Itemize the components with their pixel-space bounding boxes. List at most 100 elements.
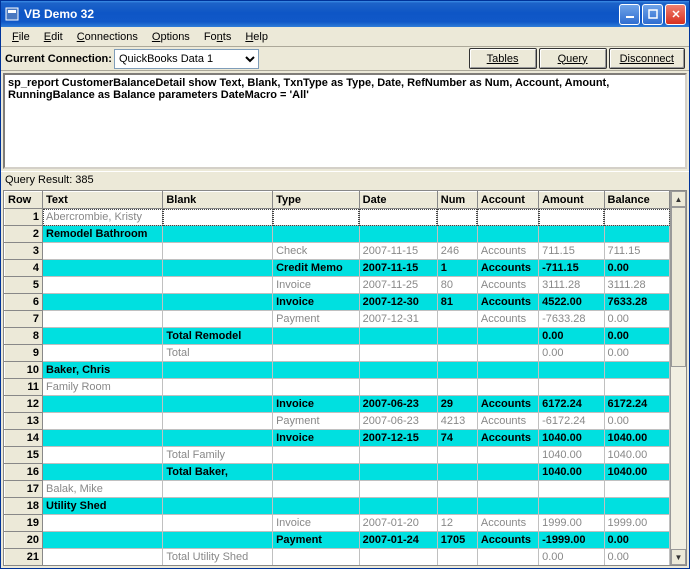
row-number[interactable]: 12	[5, 396, 43, 413]
row-number[interactable]: 20	[5, 532, 43, 549]
minimize-button[interactable]	[619, 4, 640, 25]
row-number[interactable]: 7	[5, 311, 43, 328]
cell-balance[interactable]: 711.15	[604, 243, 669, 260]
cell-balance[interactable]: 0.00	[604, 413, 669, 430]
col-text[interactable]: Text	[43, 192, 163, 209]
cell-type[interactable]	[273, 464, 360, 481]
table-row[interactable]: 8Total Remodel0.000.00	[5, 328, 670, 345]
cell-type[interactable]: Invoice	[273, 430, 360, 447]
cell-balance[interactable]	[604, 209, 669, 226]
table-row[interactable]: 12Invoice2007-06-2329Accounts6172.246172…	[5, 396, 670, 413]
cell-account[interactable]: Accounts	[477, 260, 538, 277]
cell-blank[interactable]	[163, 430, 273, 447]
cell-num[interactable]: 80	[437, 277, 477, 294]
row-number[interactable]: 6	[5, 294, 43, 311]
query-textarea[interactable]: sp_report CustomerBalanceDetail show Tex…	[3, 73, 687, 169]
cell-num[interactable]: 12	[437, 515, 477, 532]
col-row[interactable]: Row	[5, 192, 43, 209]
cell-text[interactable]	[43, 396, 163, 413]
cell-amount[interactable]: -6172.24	[539, 413, 604, 430]
cell-type[interactable]	[273, 379, 360, 396]
cell-type[interactable]	[273, 481, 360, 498]
cell-date[interactable]	[359, 481, 437, 498]
cell-text[interactable]: Abercrombie, Kristy	[43, 209, 163, 226]
cell-amount[interactable]: 0.00	[539, 328, 604, 345]
cell-date[interactable]: 2007-11-15	[359, 260, 437, 277]
cell-num[interactable]	[437, 498, 477, 515]
cell-balance[interactable]: 1040.00	[604, 447, 669, 464]
cell-blank[interactable]	[163, 260, 273, 277]
cell-type[interactable]	[273, 362, 360, 379]
table-row[interactable]: 17Balak, Mike	[5, 481, 670, 498]
cell-amount[interactable]: -711.15	[539, 260, 604, 277]
cell-type[interactable]: Payment	[273, 413, 360, 430]
cell-num[interactable]	[437, 464, 477, 481]
cell-date[interactable]	[359, 447, 437, 464]
row-number[interactable]: 4	[5, 260, 43, 277]
cell-blank[interactable]	[163, 532, 273, 549]
cell-blank[interactable]	[163, 379, 273, 396]
cell-amount[interactable]	[539, 481, 604, 498]
cell-amount[interactable]: 0.00	[539, 549, 604, 566]
table-row[interactable]: 21Total Utility Shed0.000.00	[5, 549, 670, 566]
connection-select[interactable]: QuickBooks Data 1	[114, 49, 259, 69]
cell-balance[interactable]: 0.00	[604, 311, 669, 328]
cell-account[interactable]: Accounts	[477, 243, 538, 260]
cell-amount[interactable]: 4522.00	[539, 294, 604, 311]
cell-blank[interactable]: Total Remodel	[163, 328, 273, 345]
cell-balance[interactable]	[604, 498, 669, 515]
cell-text[interactable]	[43, 447, 163, 464]
cell-blank[interactable]: Total Utility Shed	[163, 549, 273, 566]
cell-amount[interactable]	[539, 379, 604, 396]
cell-num[interactable]: 81	[437, 294, 477, 311]
cell-num[interactable]	[437, 209, 477, 226]
vertical-scrollbar[interactable]: ▲ ▼	[670, 191, 686, 565]
table-row[interactable]: 9Total0.000.00	[5, 345, 670, 362]
menu-edit[interactable]: Edit	[37, 29, 70, 45]
cell-date[interactable]	[359, 362, 437, 379]
titlebar[interactable]: VB Demo 32	[1, 1, 689, 27]
close-button[interactable]	[665, 4, 686, 25]
cell-blank[interactable]	[163, 243, 273, 260]
row-number[interactable]: 9	[5, 345, 43, 362]
cell-balance[interactable]: 0.00	[604, 549, 669, 566]
cell-type[interactable]	[273, 328, 360, 345]
cell-blank[interactable]	[163, 311, 273, 328]
cell-blank[interactable]: Total	[163, 345, 273, 362]
row-number[interactable]: 18	[5, 498, 43, 515]
table-row[interactable]: 20Payment2007-01-241705Accounts-1999.000…	[5, 532, 670, 549]
menu-help[interactable]: Help	[238, 29, 275, 45]
cell-date[interactable]: 2007-06-23	[359, 396, 437, 413]
cell-text[interactable]: Family Room	[43, 379, 163, 396]
cell-blank[interactable]	[163, 396, 273, 413]
table-row[interactable]: 6Invoice2007-12-3081Accounts4522.007633.…	[5, 294, 670, 311]
scroll-up-button[interactable]: ▲	[671, 191, 686, 207]
cell-text[interactable]	[43, 413, 163, 430]
cell-text[interactable]: Balak, Mike	[43, 481, 163, 498]
row-number[interactable]: 11	[5, 379, 43, 396]
row-number[interactable]: 14	[5, 430, 43, 447]
col-num[interactable]: Num	[437, 192, 477, 209]
cell-num[interactable]: 246	[437, 243, 477, 260]
cell-blank[interactable]: Total Baker,	[163, 464, 273, 481]
cell-text[interactable]: Baker, Chris	[43, 362, 163, 379]
cell-balance[interactable]: 1040.00	[604, 430, 669, 447]
table-row[interactable]: 7Payment2007-12-31Accounts-7633.280.00	[5, 311, 670, 328]
row-number[interactable]: 16	[5, 464, 43, 481]
cell-amount[interactable]: 3111.28	[539, 277, 604, 294]
table-row[interactable]: 15Total Family1040.001040.00	[5, 447, 670, 464]
cell-account[interactable]	[477, 209, 538, 226]
cell-blank[interactable]	[163, 226, 273, 243]
cell-blank[interactable]	[163, 209, 273, 226]
cell-num[interactable]	[437, 549, 477, 566]
cell-type[interactable]	[273, 226, 360, 243]
cell-text[interactable]: Remodel Bathroom	[43, 226, 163, 243]
cell-text[interactable]	[43, 328, 163, 345]
cell-date[interactable]	[359, 498, 437, 515]
cell-date[interactable]: 2007-01-24	[359, 532, 437, 549]
cell-date[interactable]	[359, 379, 437, 396]
disconnect-button[interactable]: Disconnect	[609, 48, 685, 69]
row-number[interactable]: 8	[5, 328, 43, 345]
col-balance[interactable]: Balance	[604, 192, 669, 209]
cell-account[interactable]: Accounts	[477, 532, 538, 549]
